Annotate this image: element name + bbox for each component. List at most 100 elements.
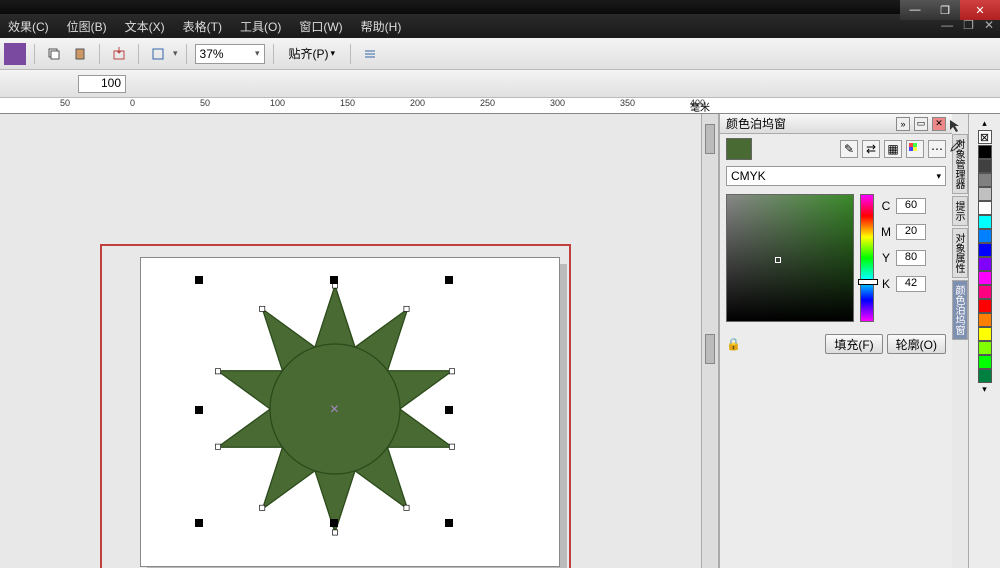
ruler-tick: 150 xyxy=(340,98,355,108)
mdi-minimize-icon[interactable]: — xyxy=(941,18,953,32)
fill-button[interactable]: 填充(F) xyxy=(825,334,882,354)
tab-hints[interactable]: 提示 xyxy=(952,196,968,226)
tab-color-docker[interactable]: 颜色泊坞窗 xyxy=(952,280,968,340)
color-mode-value: CMYK xyxy=(731,169,766,183)
color-mode-select[interactable]: CMYK ▾ xyxy=(726,166,946,186)
lock-icon[interactable]: 🔒 xyxy=(726,337,741,351)
separator xyxy=(350,44,351,64)
hue-thumb[interactable] xyxy=(858,279,878,285)
pointer-icon[interactable] xyxy=(948,118,964,134)
snap-menu[interactable]: 贴齐(P)▾ xyxy=(282,44,343,64)
k-input[interactable]: 42 xyxy=(896,276,926,292)
palette-swatch[interactable] xyxy=(978,229,992,243)
selection-handle[interactable] xyxy=(195,406,203,414)
panel-collapse-button[interactable]: » xyxy=(896,117,910,131)
color-marker[interactable] xyxy=(775,257,781,263)
color-palette: ▴ ⊠ ▾ xyxy=(968,114,1000,568)
scroll-grip[interactable] xyxy=(705,124,715,154)
eyedropper-icon[interactable]: ✎ xyxy=(840,140,858,158)
palette-swatch[interactable] xyxy=(978,187,992,201)
palette-swatch[interactable] xyxy=(978,369,992,383)
menu-text[interactable]: 文本(X) xyxy=(125,18,165,35)
palette-swatch[interactable] xyxy=(978,215,992,229)
palette-swatch[interactable] xyxy=(978,201,992,215)
horizontal-ruler[interactable]: 50 0 50 100 150 200 250 300 350 400 毫米 xyxy=(0,98,1000,114)
menu-window[interactable]: 窗口(W) xyxy=(299,18,342,35)
main-area: × 颜色泊坞窗 » ▭ ✕ ✎ ⇄ xyxy=(0,114,1000,568)
m-input[interactable]: 20 xyxy=(896,224,926,240)
copy-icon[interactable] xyxy=(43,43,65,65)
panel-close-button[interactable]: ✕ xyxy=(932,117,946,131)
palette-swatch[interactable] xyxy=(978,285,992,299)
menu-table[interactable]: 表格(T) xyxy=(183,18,222,35)
separator xyxy=(99,44,100,64)
mdi-controls: — ❐ ✕ xyxy=(941,18,994,32)
palette-swatch[interactable] xyxy=(978,173,992,187)
docker-tabs: 对象管理器 提示 对象属性 颜色泊坞窗 xyxy=(952,114,968,568)
zoom-level-combo[interactable]: 37% xyxy=(195,44,265,64)
y-input[interactable]: 80 xyxy=(896,250,926,266)
window-maximize-button[interactable]: ❐ xyxy=(930,0,960,20)
outline-button[interactable]: 轮廓(O) xyxy=(887,334,946,354)
palette-swatch[interactable] xyxy=(978,327,992,341)
mdi-close-icon[interactable]: ✕ xyxy=(984,18,994,32)
ruler-tick: 0 xyxy=(130,98,135,108)
mdi-restore-icon[interactable]: ❐ xyxy=(963,18,974,32)
more-options-icon[interactable]: ⋯ xyxy=(928,140,946,158)
selection-handle[interactable] xyxy=(330,276,338,284)
tool-icon-1[interactable] xyxy=(4,43,26,65)
separator xyxy=(186,44,187,64)
current-color-swatch[interactable] xyxy=(726,138,752,160)
palette-swatch[interactable] xyxy=(978,243,992,257)
eyedropper-icon[interactable] xyxy=(948,138,964,154)
palette-swatch[interactable] xyxy=(978,159,992,173)
selection-handle[interactable] xyxy=(330,519,338,527)
c-input[interactable]: 60 xyxy=(896,198,926,214)
palette-swatch[interactable] xyxy=(978,271,992,285)
star-shape[interactable]: × xyxy=(205,279,465,539)
menu-tools[interactable]: 工具(O) xyxy=(240,18,281,35)
window-minimize-button[interactable]: — xyxy=(900,0,930,20)
ruler-tick: 350 xyxy=(620,98,635,108)
palette-view-icon[interactable]: ▦ xyxy=(884,140,902,158)
import-icon[interactable] xyxy=(108,43,130,65)
numeric-input[interactable]: 100 xyxy=(78,75,126,93)
hue-slider[interactable] xyxy=(860,194,874,322)
palette-swatch[interactable] xyxy=(978,299,992,313)
selection-handle[interactable] xyxy=(445,406,453,414)
palette-up-arrow-icon[interactable]: ▴ xyxy=(982,118,987,129)
swatches-icon[interactable] xyxy=(906,140,924,158)
selection-handle[interactable] xyxy=(445,276,453,284)
no-color-swatch[interactable]: ⊠ xyxy=(978,130,992,144)
export-icon[interactable] xyxy=(147,43,169,65)
selection-handle[interactable] xyxy=(195,276,203,284)
ruler-unit: 毫米 xyxy=(690,99,710,114)
standard-toolbar: ▾ 37% 贴齐(P)▾ xyxy=(0,38,1000,70)
selection-handle[interactable] xyxy=(195,519,203,527)
menu-help[interactable]: 帮助(H) xyxy=(361,18,402,35)
palette-swatch[interactable] xyxy=(978,355,992,369)
menu-bitmap[interactable]: 位图(B) xyxy=(67,18,107,35)
snap-label: 贴齐(P) xyxy=(289,45,329,62)
palette-swatch[interactable] xyxy=(978,341,992,355)
tab-object-properties[interactable]: 对象属性 xyxy=(952,228,968,278)
palette-swatch[interactable] xyxy=(978,145,992,159)
panel-undock-button[interactable]: ▭ xyxy=(914,117,928,131)
canvas[interactable]: × xyxy=(0,114,701,568)
palette-down-arrow-icon[interactable]: ▾ xyxy=(982,384,987,395)
color-gradient-picker[interactable] xyxy=(726,194,854,322)
dropdown-arrow-icon[interactable]: ▾ xyxy=(173,48,178,59)
window-close-button[interactable]: ✕ xyxy=(960,0,1000,20)
panel-titlebar: 颜色泊坞窗 » ▭ ✕ xyxy=(720,114,952,134)
panel-title-label: 颜色泊坞窗 xyxy=(726,115,786,132)
sliders-icon[interactable]: ⇄ xyxy=(862,140,880,158)
options-icon[interactable] xyxy=(359,43,381,65)
scroll-grip[interactable] xyxy=(705,334,715,364)
paste-icon[interactable] xyxy=(69,43,91,65)
palette-swatch[interactable] xyxy=(978,257,992,271)
menu-effects[interactable]: 效果(C) xyxy=(8,18,49,35)
palette-swatch[interactable] xyxy=(978,313,992,327)
scrollbar[interactable] xyxy=(701,114,719,568)
selection-handle[interactable] xyxy=(445,519,453,527)
cmyk-inputs: C60 M20 Y80 K42 xyxy=(880,194,926,322)
